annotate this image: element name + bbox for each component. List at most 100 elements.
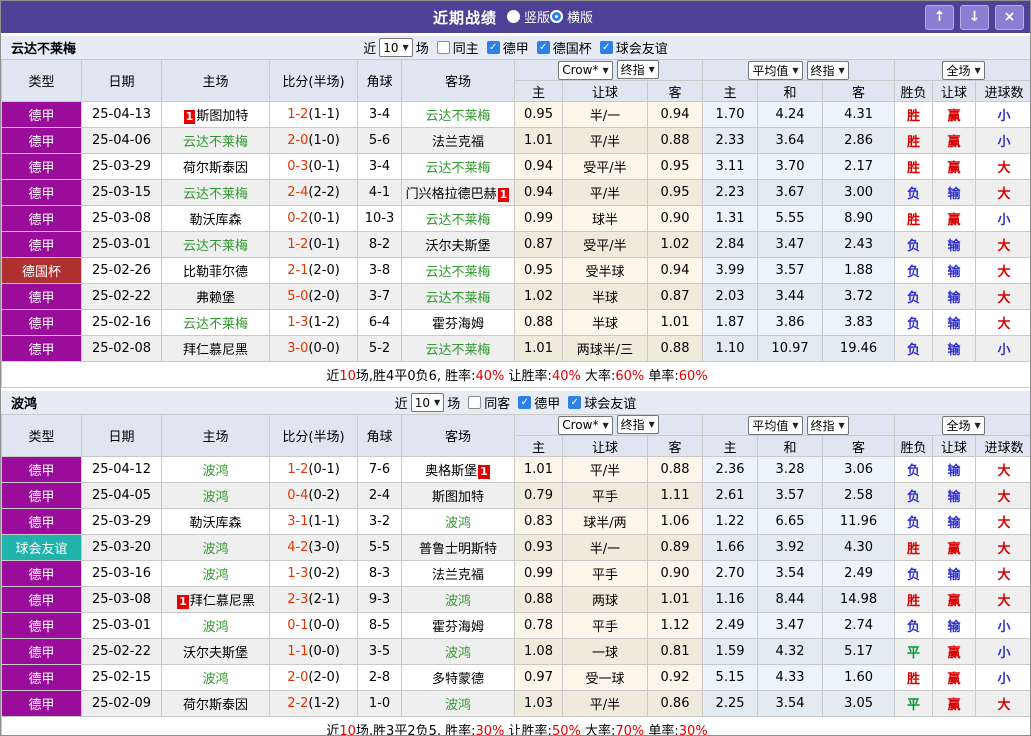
halftime-score: (2-1)	[308, 592, 340, 607]
team-label: 勒沃库森	[189, 213, 242, 228]
match-row: 德甲 25-03-16 波鸿 1-3(0-2) 8-3 法兰克福 0.99 平手 0.90 2.7…	[1, 560, 1030, 587]
avg-home-odds: 1.31	[702, 205, 759, 232]
date-cell: 25-03-29	[81, 153, 162, 180]
away-team: 法兰克福	[401, 560, 515, 587]
home-team: 比勒菲尔德	[161, 257, 270, 284]
avg-away-odds: 5.17	[822, 638, 896, 665]
result-label: 输	[947, 187, 961, 202]
handicap-away-odds: 0.92	[646, 664, 704, 691]
team-label: 云达不莱梅	[425, 343, 491, 358]
layout-radio-vertical[interactable]: 竖版	[506, 7, 550, 26]
move-up-button[interactable]: ↑	[924, 4, 954, 30]
chevron-down-icon: ▼	[402, 43, 409, 52]
avg-odds-select[interactable]: 平均值 ▼	[748, 415, 803, 435]
date-cell: 25-04-12	[81, 456, 162, 483]
date-cell: 25-04-06	[81, 127, 162, 154]
match-row: 德甲 25-04-13 1 斯图加特 1-2(1-1) 3-4 云达不莱梅 0.95 半/一 0.…	[1, 101, 1030, 128]
type-cell: 德甲	[1, 482, 82, 509]
summary-text: 30%	[678, 724, 708, 736]
league-checkbox-0[interactable]: ✓	[518, 396, 532, 409]
team-label: 波鸿	[202, 542, 229, 557]
result-winlose: 胜	[894, 153, 934, 180]
away-team: 云达不莱梅	[401, 205, 515, 232]
handicap-away-odds: 1.01	[646, 309, 704, 336]
odds-provider-select[interactable]: Crow* ▼	[558, 415, 613, 435]
fulltime-score: 2-0	[287, 133, 309, 148]
halftime-score: (3-0)	[308, 540, 340, 555]
final-odds-select[interactable]: 终指 ▼	[616, 60, 659, 80]
league-checkbox-0[interactable]: ✓	[486, 41, 500, 54]
final-odds-select[interactable]: 终指 ▼	[616, 415, 659, 435]
handicap-home-odds: 1.08	[514, 638, 563, 665]
fulltime-score: 4-2	[287, 540, 309, 555]
column-header: 主场	[161, 59, 270, 102]
result-label: 大	[997, 568, 1011, 583]
avg-draw-odds: 3.47	[757, 612, 824, 639]
avg-draw-odds: 6.65	[757, 508, 824, 535]
final-avg-select[interactable]: 终指 ▼	[806, 415, 849, 435]
final-avg-select[interactable]: 终指 ▼	[806, 60, 849, 80]
halftime-score: (1-2)	[308, 696, 340, 711]
titlebar-center: 近期战绩 竖版 横版	[433, 7, 593, 28]
result-handicap: 输	[932, 456, 977, 483]
result-label: 赢	[947, 542, 961, 557]
fulltime-select[interactable]: 全场 ▼	[942, 415, 985, 435]
result-handicap: 赢	[932, 101, 977, 128]
halftime-score: (0-0)	[308, 618, 340, 633]
result-label: 负	[907, 187, 921, 202]
filter-controls: 近 10 ▼ 场同客 ✓ 德甲 ✓ 球会友谊	[1, 393, 1030, 412]
move-down-button[interactable]: ↓	[959, 4, 989, 30]
result-label: 大	[997, 542, 1011, 557]
result-winlose: 胜	[894, 101, 934, 128]
result-label: 赢	[947, 672, 961, 687]
result-goals: 大	[975, 586, 1030, 613]
team-label: 拜仁慕尼黑	[182, 343, 248, 358]
league-checkbox-2[interactable]: ✓	[599, 41, 613, 54]
handicap-line: 平手	[562, 612, 648, 639]
close-button[interactable]: ×	[994, 4, 1024, 30]
fulltime-select[interactable]: 全场 ▼	[942, 60, 985, 80]
type-cell: 德甲	[1, 508, 82, 535]
select-label: 终指	[620, 418, 645, 433]
league-checkbox-1[interactable]: ✓	[536, 41, 550, 54]
odds-provider-select[interactable]: Crow* ▼	[558, 60, 613, 80]
result-label: 输	[947, 568, 961, 583]
chevron-down-icon: ▼	[792, 420, 799, 430]
halftime-score: (0-1)	[308, 211, 340, 226]
radio-icon	[506, 10, 520, 23]
result-winlose: 负	[894, 179, 934, 206]
result-winlose: 负	[894, 335, 934, 362]
avg-away-odds: 19.46	[822, 335, 896, 362]
avg-away-odds: 3.72	[822, 283, 896, 310]
handicap-away-odds: 1.06	[646, 508, 704, 535]
away-team: 云达不莱梅	[401, 153, 515, 180]
layout-radio-horizontal[interactable]: 横版	[550, 7, 593, 26]
league-checkbox-1[interactable]: ✓	[568, 396, 582, 409]
handicap-home-odds: 0.99	[514, 205, 563, 232]
handicap-away-odds: 0.88	[646, 335, 704, 362]
result-goals: 大	[975, 560, 1030, 587]
same-venue-checkbox[interactable]	[436, 41, 450, 54]
away-team: 多特蒙德	[401, 664, 515, 691]
match-row: 德甲 25-02-22 沃尔夫斯堡 1-1(0-0) 3-5 波鸿 1.08 一球 0.81 1.…	[1, 638, 1030, 665]
select-label: 终指	[810, 63, 835, 78]
section-head: 云达不莱梅 近 10 ▼ 场同主 ✓ 德甲 ✓ 德国杯 ✓ 球会友谊	[1, 36, 1030, 59]
avg-home-odds: 5.15	[702, 664, 759, 691]
result-goals: 小	[975, 205, 1030, 232]
dropdown-group: 全场 ▼	[894, 59, 1030, 81]
avg-away-odds: 3.83	[822, 309, 896, 336]
sub-column-header: 和	[757, 80, 824, 102]
type-cell: 德甲	[1, 127, 82, 154]
handicap-away-odds: 0.81	[646, 638, 704, 665]
recent-count-select[interactable]: 10 ▼	[379, 38, 413, 57]
sub-column-header: 客	[822, 435, 896, 457]
summary-text: 近	[326, 369, 340, 384]
recent-count-select[interactable]: 10 ▼	[410, 393, 445, 412]
team-label: 波鸿	[444, 594, 471, 609]
result-handicap: 赢	[932, 586, 977, 613]
avg-odds-select[interactable]: 平均值 ▼	[748, 60, 803, 80]
avg-home-odds: 2.61	[702, 482, 759, 509]
home-team: 拜仁慕尼黑	[161, 335, 270, 362]
same-venue-checkbox[interactable]	[468, 396, 482, 409]
radio-label: 横版	[567, 11, 594, 26]
